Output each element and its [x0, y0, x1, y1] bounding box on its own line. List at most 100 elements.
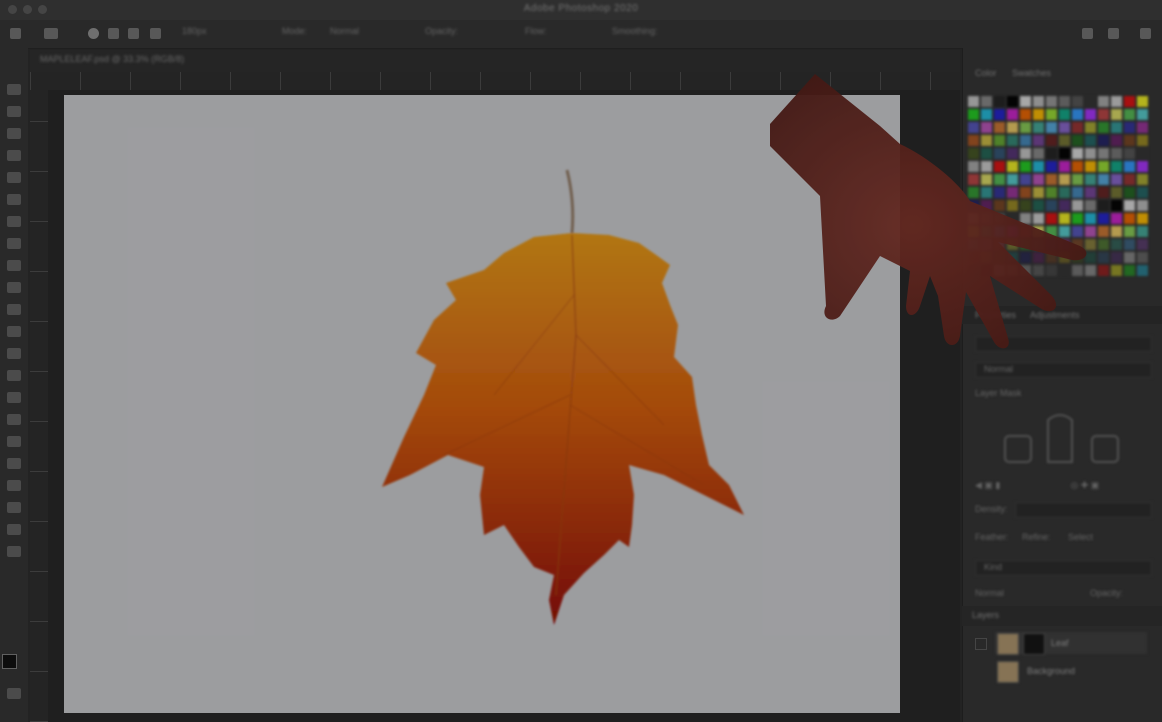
- mode-select[interactable]: Normal: [330, 26, 359, 36]
- eyedropper-icon[interactable]: [7, 216, 21, 227]
- blur-tool-icon[interactable]: [7, 370, 21, 381]
- swatch[interactable]: [1124, 200, 1135, 211]
- swatch[interactable]: [1137, 239, 1148, 250]
- swatch[interactable]: [1111, 239, 1122, 250]
- history-brush-icon[interactable]: [7, 304, 21, 315]
- swatch[interactable]: [1137, 226, 1148, 237]
- swatch[interactable]: [1137, 109, 1148, 120]
- opacity-label: Opacity:: [425, 26, 459, 36]
- swatch[interactable]: [1137, 122, 1148, 133]
- swatch[interactable]: [1111, 265, 1122, 276]
- kind-filter-field[interactable]: Kind: [975, 560, 1152, 576]
- app-title: Adobe Photoshop 2020: [523, 3, 639, 14]
- mask-preview-icon: [1004, 414, 1119, 463]
- layer-visibility-eye-icon[interactable]: [975, 638, 987, 650]
- mask-actions-row: ◀ ▣ ▮ ◎ ✚ ▣: [975, 480, 1100, 490]
- layer-row[interactable]: Background: [995, 660, 1147, 683]
- share-icon[interactable]: [1140, 28, 1151, 39]
- quick-mask-icon[interactable]: [7, 688, 21, 699]
- swatch[interactable]: [1124, 213, 1135, 224]
- tab-layers[interactable]: Layers: [972, 610, 999, 620]
- brush-settings-icon[interactable]: [108, 28, 119, 39]
- swatch[interactable]: [1137, 148, 1148, 159]
- swatch[interactable]: [1137, 265, 1148, 276]
- swatch[interactable]: [1111, 135, 1122, 146]
- swatch[interactable]: [1137, 200, 1148, 211]
- swatch[interactable]: [1111, 187, 1122, 198]
- blend-mode-select[interactable]: Normal: [975, 588, 1004, 598]
- swatch[interactable]: [1137, 252, 1148, 263]
- smoothing-label: Smoothing:: [612, 26, 658, 36]
- document-tab[interactable]: MAPLELEAF.psd @ 33.3% (RGB/8): [40, 54, 184, 64]
- swatch[interactable]: [1111, 161, 1122, 172]
- options-bar: [0, 20, 1162, 49]
- swatch[interactable]: [1111, 109, 1122, 120]
- zoom-icon[interactable]: [7, 524, 21, 535]
- layer-mask-thumbnail[interactable]: [1023, 633, 1045, 655]
- layer-thumbnail: [997, 633, 1019, 655]
- clone-stamp-icon[interactable]: [7, 282, 21, 293]
- search-icon[interactable]: [1082, 28, 1093, 39]
- healing-icon[interactable]: [7, 238, 21, 249]
- shape-icon[interactable]: [7, 480, 21, 491]
- brush-size-value[interactable]: 180px: [182, 26, 207, 36]
- swatch[interactable]: [1124, 252, 1135, 263]
- swatch[interactable]: [1111, 213, 1122, 224]
- swatch[interactable]: [1137, 174, 1148, 185]
- swatch[interactable]: [1137, 96, 1148, 107]
- swatch[interactable]: [1124, 135, 1135, 146]
- foreground-color-swatch[interactable]: [2, 654, 17, 669]
- swatch[interactable]: [1124, 187, 1135, 198]
- swatch[interactable]: [1124, 226, 1135, 237]
- gradient-icon[interactable]: [7, 348, 21, 359]
- type-icon[interactable]: [7, 436, 21, 447]
- swatch[interactable]: [1111, 174, 1122, 185]
- home-icon[interactable]: [10, 28, 21, 39]
- swatch[interactable]: [1137, 213, 1148, 224]
- swatch[interactable]: [1124, 265, 1135, 276]
- brush-tool-icon[interactable]: [7, 260, 21, 271]
- dodge-icon[interactable]: [7, 392, 21, 403]
- brush-preset-icon[interactable]: [88, 28, 99, 39]
- refine-label: Refine:: [1022, 532, 1051, 542]
- quick-select-icon[interactable]: [7, 150, 21, 161]
- clone-source-icon[interactable]: [128, 28, 139, 39]
- swatch[interactable]: [1124, 96, 1135, 107]
- layer-mask-label: Layer Mask: [975, 388, 1022, 398]
- vertical-ruler[interactable]: [30, 90, 49, 722]
- pen-icon[interactable]: [7, 414, 21, 425]
- crop-icon[interactable]: [7, 172, 21, 183]
- swatch[interactable]: [1111, 96, 1122, 107]
- swatch[interactable]: [1124, 122, 1135, 133]
- swatch[interactable]: [1124, 109, 1135, 120]
- brush-icon[interactable]: [150, 28, 161, 39]
- layer-name: Leaf: [1051, 638, 1069, 648]
- hand-icon[interactable]: [7, 502, 21, 513]
- swatch[interactable]: [1137, 135, 1148, 146]
- tools-panel: [0, 48, 28, 722]
- move-icon[interactable]: [7, 84, 21, 95]
- workspace-icon[interactable]: [1108, 28, 1119, 39]
- swatch[interactable]: [1111, 226, 1122, 237]
- swatch[interactable]: [1124, 239, 1135, 250]
- swatch[interactable]: [1111, 122, 1122, 133]
- swatch[interactable]: [1137, 187, 1148, 198]
- density-field[interactable]: [1015, 502, 1152, 518]
- edit-toolbar-icon[interactable]: [7, 546, 21, 557]
- lasso-icon[interactable]: [7, 128, 21, 139]
- swatch[interactable]: [1111, 252, 1122, 263]
- swatch[interactable]: [1137, 161, 1148, 172]
- swatch[interactable]: [1111, 200, 1122, 211]
- marquee-icon[interactable]: [7, 106, 21, 117]
- swatch[interactable]: [1111, 148, 1122, 159]
- swatch[interactable]: [1124, 174, 1135, 185]
- tool-preset-icon[interactable]: [44, 28, 58, 39]
- eraser-icon[interactable]: [7, 326, 21, 337]
- select-subject-button[interactable]: Select: [1068, 532, 1093, 542]
- layer-row[interactable]: Leaf: [995, 632, 1147, 655]
- swatch[interactable]: [1124, 148, 1135, 159]
- path-select-icon[interactable]: [7, 458, 21, 469]
- frame-icon[interactable]: [7, 194, 21, 205]
- swatch[interactable]: [1124, 161, 1135, 172]
- layers-header: Layers: [962, 606, 1162, 626]
